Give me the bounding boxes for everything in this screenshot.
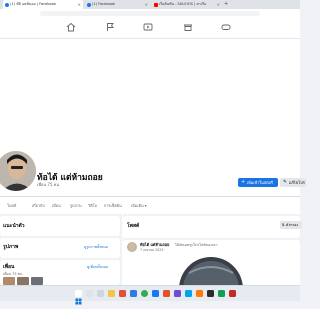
- url-field[interactable]: [40, 11, 260, 16]
- tab-checkins[interactable]: การเช็คอิน: [104, 203, 122, 209]
- facebook-favicon-icon: [5, 2, 9, 7]
- friend-thumbnail[interactable]: [31, 277, 43, 285]
- filter-button[interactable]: ⇅ ตัวกรอง: [280, 221, 302, 229]
- facebook-top-nav: [0, 18, 300, 39]
- posts-title: โพสต์: [127, 223, 140, 229]
- gaming-icon[interactable]: [221, 22, 231, 32]
- friends-title: เพื่อน: [3, 264, 15, 270]
- app-icon[interactable]: [163, 289, 170, 297]
- youtube-favicon-icon: [154, 2, 158, 7]
- tab-posts[interactable]: โพสต์: [7, 203, 16, 209]
- add-to-story-label: เพิ่มเข้าในสตอรี่: [247, 180, 273, 185]
- app-icon[interactable]: [152, 289, 159, 297]
- browser-tab-youtube[interactable]: เรือต้นทัน - SULEIOS | หาเรือ ×: [152, 0, 222, 9]
- flag-icon[interactable]: [105, 22, 115, 32]
- add-to-story-button[interactable]: + เพิ่มเข้าในสตอรี่: [238, 178, 278, 187]
- intro-card: แนะนำตัว: [0, 216, 120, 236]
- task-view-icon[interactable]: [97, 289, 104, 297]
- left-column: แนะนำตัว รูปภาพ ดูรูปภาพทั้งหมด เพื่อน ด…: [0, 214, 122, 285]
- see-all-photos-link[interactable]: ดูรูปภาพทั้งหมด: [84, 244, 108, 250]
- watch-icon[interactable]: [143, 22, 153, 32]
- new-tab-button[interactable]: +: [224, 0, 228, 9]
- tab-label: เรือต้นทัน - SULEIOS | หาเรือ: [159, 2, 207, 6]
- app-icon[interactable]: [229, 289, 236, 297]
- edit-profile-button[interactable]: ✎ แก้ไขโปร: [280, 178, 306, 187]
- app-icon[interactable]: [207, 289, 214, 297]
- close-tab-icon[interactable]: ×: [217, 0, 220, 9]
- browser-tab-profile[interactable]: (1) ห้ยิ แตห้นออ | Facebook ×: [3, 0, 83, 9]
- tab-about[interactable]: เกี่ยวกับ: [32, 203, 45, 209]
- app-icon[interactable]: [119, 289, 126, 297]
- edge-icon[interactable]: [130, 289, 137, 297]
- browser-tab-bar: (1) ห้ยิ แตห้นออ | Facebook × (1) Facebo…: [0, 0, 300, 9]
- plus-icon: +: [241, 179, 246, 185]
- search-icon[interactable]: [86, 289, 93, 297]
- friends-card: เพื่อน ดูเพื่อนทั้งหมด เพื่อน 75 คน: [0, 260, 120, 285]
- close-tab-icon[interactable]: ×: [78, 0, 81, 9]
- pencil-icon: ✎: [283, 180, 287, 185]
- intro-title: แนะนำตัว: [3, 223, 25, 229]
- post-action-text: ได้อัพเดตรูปโปรไฟล์ของเขา: [175, 243, 218, 248]
- tab-videos[interactable]: วิดีโอ: [88, 203, 97, 209]
- see-all-friends-link[interactable]: ดูเพื่อนทั้งหมด: [87, 264, 108, 270]
- windows-taskbar: [0, 285, 300, 304]
- filter-label: ตัวกรอง: [286, 223, 299, 227]
- post-card: ท้อได้ แต่ห้ามถอย ได้อัพเดตรูปโปรไฟล์ของ…: [123, 240, 300, 285]
- app-icon[interactable]: [174, 289, 181, 297]
- profile-tab-bar: โพสต์ เกี่ยวกับ เพื่อน รูปภาพ วิดีโอ การ…: [0, 196, 300, 214]
- marketplace-icon[interactable]: [183, 22, 193, 32]
- tab-label: (1) ห้ยิ แตห้นออ | Facebook: [10, 2, 57, 6]
- profile-photo: [0, 151, 36, 191]
- photos-title: รูปภาพ: [3, 244, 19, 250]
- tab-friends[interactable]: เพื่อน: [52, 203, 61, 209]
- close-tab-icon[interactable]: ×: [145, 0, 148, 9]
- posts-header-card: โพสต์ ⇅ ตัวกรอง: [123, 216, 302, 238]
- app-icon[interactable]: [196, 289, 203, 297]
- edit-profile-label: แก้ไขโปร: [289, 180, 305, 185]
- chrome-icon[interactable]: [141, 289, 148, 297]
- right-column: โพสต์ ⇅ ตัวกรอง ท้อได้ แต่ห้ามถอย ได้อัพ…: [123, 214, 302, 285]
- post-author-avatar[interactable]: [127, 242, 137, 252]
- app-icon[interactable]: [218, 289, 225, 297]
- tab-label: (1) Facebook: [92, 2, 116, 6]
- tab-photos[interactable]: รูปภาพ: [70, 203, 82, 209]
- post-photo[interactable]: [123, 253, 300, 285]
- photos-card: รูปภาพ ดูรูปภาพทั้งหมด: [0, 238, 120, 258]
- friend-thumbnail[interactable]: [17, 277, 29, 285]
- tab-more[interactable]: เพิ่มเติม ▾: [131, 203, 147, 209]
- facebook-favicon-icon: [87, 2, 91, 7]
- windows-start-icon[interactable]: [75, 289, 82, 304]
- friend-thumbnail[interactable]: [3, 277, 15, 285]
- file-explorer-icon[interactable]: [108, 289, 115, 297]
- home-icon[interactable]: [66, 22, 76, 32]
- app-icon[interactable]: [185, 289, 192, 297]
- browser-tab-facebook[interactable]: (1) Facebook ×: [85, 0, 150, 9]
- friends-count[interactable]: เพื่อน 75 คน: [37, 181, 59, 188]
